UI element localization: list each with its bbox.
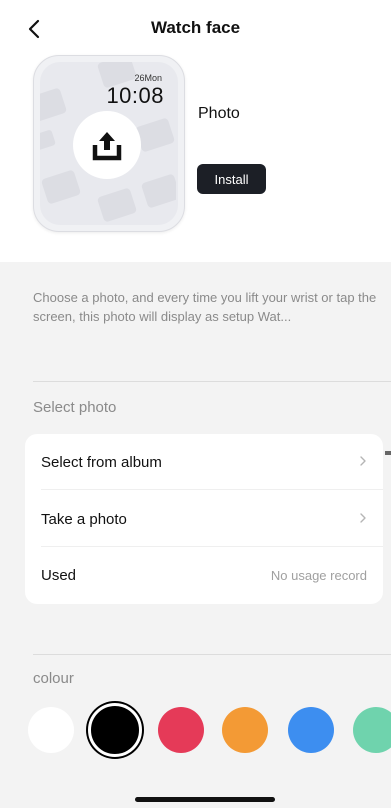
scroll-indicator [385,451,391,455]
watch-time: 10:08 [106,83,164,108]
usage-record-value: No usage record [270,568,367,583]
colour-swatch-green[interactable] [353,707,391,753]
description-text: Choose a photo, and every time you lift … [33,290,377,324]
colour-swatch-orange[interactable] [222,707,268,753]
list-item-select-from-album[interactable]: Select from album [25,434,383,490]
divider [33,654,391,655]
colour-swatch-blue[interactable] [288,707,334,753]
colour-swatches [0,700,391,764]
colour-swatch-white[interactable] [28,707,74,753]
row-separator [41,489,383,490]
watch-face-preview[interactable]: 26Mon 10:08 [33,55,185,232]
row-label: Used [41,567,77,584]
watch-date: 26Mon [134,73,162,83]
watch-screen: 26Mon 10:08 [40,62,178,225]
colour-swatch-red[interactable] [158,707,204,753]
header: Watch face [0,0,391,58]
colour-title: colour [33,670,74,687]
chevron-right-icon [360,456,366,466]
row-label: Select from album [41,454,162,471]
list-item-used[interactable]: Used No usage record [25,547,383,603]
row-label: Take a photo [41,511,127,528]
install-button[interactable]: Install [197,164,266,194]
select-photo-card: Select from album Take a photo Used No u… [25,434,383,604]
divider [33,381,391,382]
upload-photo-button[interactable] [73,111,141,179]
page-title: Watch face [150,18,241,37]
select-photo-title: Select photo [33,399,117,416]
photo-label: Photo [198,105,240,122]
upload-icon [92,132,122,161]
colour-swatch-black[interactable] [88,703,142,757]
chevron-right-icon [360,513,366,523]
list-item-take-a-photo[interactable]: Take a photo [25,491,383,547]
home-indicator [135,797,275,802]
